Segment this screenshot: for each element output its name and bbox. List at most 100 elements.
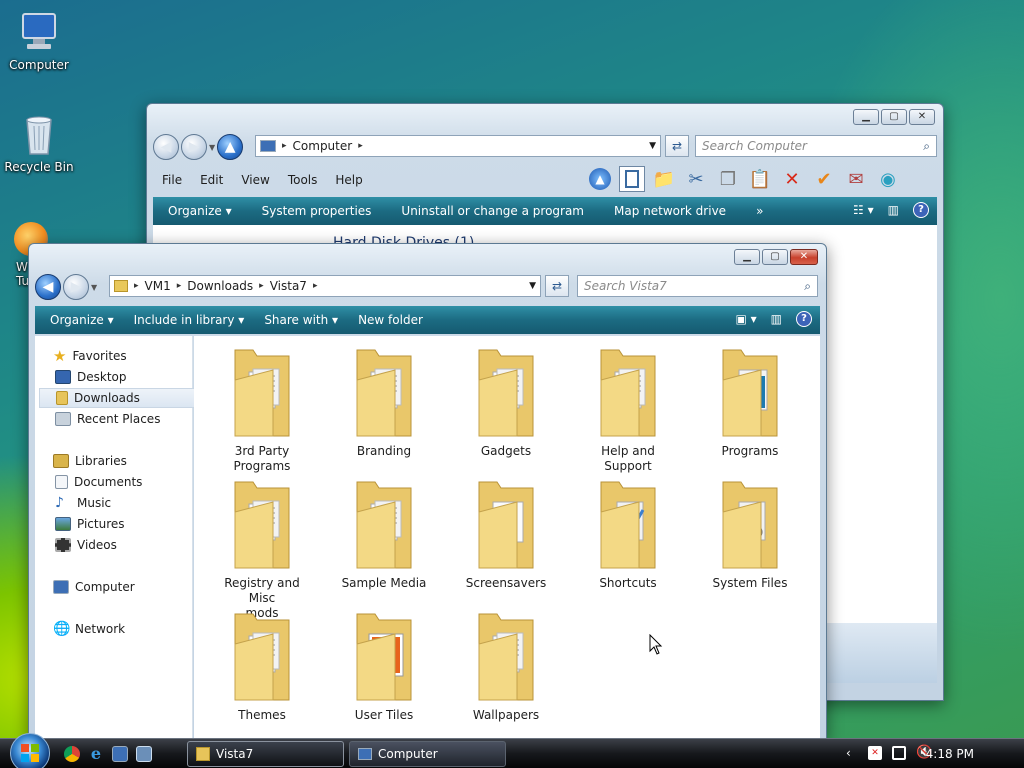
network-globe-icon[interactable]: ◉ (875, 166, 901, 192)
recent-pages-icon[interactable]: ▼ (91, 283, 97, 292)
paste-icon[interactable]: 📋 (747, 166, 773, 192)
nav-pictures[interactable]: Pictures (43, 514, 193, 534)
folder-item[interactable]: 3rd Party Programs (212, 344, 312, 474)
folder-item[interactable]: Gadgets (456, 344, 556, 459)
folder-item[interactable]: Branding (334, 344, 434, 459)
nav-network[interactable]: 🌐 Network (43, 619, 193, 639)
folder-item[interactable]: Programs (700, 344, 800, 459)
switch-windows-icon[interactable] (136, 746, 152, 762)
nav-favorites-label: Favorites (72, 349, 127, 363)
nav-documents[interactable]: Documents (43, 472, 193, 492)
address-bar[interactable]: ▸ VM1 ▸ Downloads ▸ Vista7 ▸ ▼ (109, 275, 541, 297)
network-tray-icon[interactable] (892, 746, 906, 760)
up-arrow-icon[interactable]: ▲ (587, 166, 613, 192)
desktop-icon-partial[interactable]: W Tu (0, 222, 48, 288)
search-input[interactable]: Search Vista7 ⌕ (577, 275, 818, 297)
refresh-button[interactable]: ⇄ (665, 135, 689, 157)
layout-pane-icon[interactable]: ▥ (888, 203, 899, 217)
computer-icon (358, 748, 372, 760)
more-commands-button[interactable]: » (741, 204, 778, 218)
folder-options-icon[interactable]: 📁 (651, 166, 677, 192)
refresh-button[interactable]: ⇄ (545, 275, 569, 297)
back-button[interactable]: ◀ (35, 274, 61, 300)
chrome-icon[interactable] (64, 746, 80, 762)
breadcrumb-downloads[interactable]: Downloads (187, 279, 253, 293)
close-button[interactable]: ✕ (790, 249, 818, 265)
action-center-icon[interactable]: ✕ (868, 746, 882, 760)
preview-pane-icon[interactable]: ▥ (771, 312, 782, 326)
folder-item[interactable]: Themes (212, 608, 312, 723)
change-view-icon[interactable]: ▣ ▾ (735, 312, 756, 326)
folder-item[interactable]: System Files (700, 476, 800, 591)
close-button[interactable]: ✕ (909, 109, 935, 125)
nav-downloads[interactable]: Downloads (39, 388, 195, 408)
nav-videos[interactable]: Videos (43, 535, 193, 555)
copy-icon[interactable]: ❐ (715, 166, 741, 192)
nav-computer[interactable]: Computer (43, 577, 193, 597)
organize-button[interactable]: Organize ▾ (153, 204, 247, 218)
nav-favorites[interactable]: ★ Favorites (43, 346, 193, 366)
menu-tools[interactable]: Tools (279, 173, 327, 187)
nav-libraries[interactable]: Libraries (43, 451, 193, 471)
taskbar-button-computer[interactable]: Computer (349, 741, 506, 767)
checkmark-icon[interactable]: ✔ (811, 166, 837, 192)
nav-music[interactable]: ♪ Music (43, 493, 193, 513)
folder-item[interactable]: Registry and Misc mods (212, 476, 312, 621)
menu-file[interactable]: File (153, 173, 191, 187)
back-button[interactable]: ◀ (153, 134, 179, 160)
maximize-button[interactable]: ▢ (762, 249, 788, 265)
include-in-library-button[interactable]: Include in library ▾ (124, 313, 255, 327)
help-icon[interactable]: ? (796, 311, 812, 327)
breadcrumb-computer[interactable]: Computer (293, 139, 353, 153)
search-icon[interactable]: ⌕ (804, 279, 811, 294)
address-dropdown-icon[interactable]: ▼ (529, 281, 536, 291)
internet-explorer-icon[interactable]: e (88, 746, 104, 762)
new-folder-button[interactable]: New folder (348, 313, 433, 327)
forward-button[interactable]: ▶ (181, 134, 207, 160)
clock[interactable]: 4:18 PM (926, 747, 974, 761)
folder-item[interactable]: Screensavers (456, 476, 556, 591)
help-icon[interactable]: ? (913, 202, 929, 218)
desktop-icon-recycle-bin[interactable]: Recycle Bin (1, 112, 77, 174)
maximize-button[interactable]: ▢ (881, 109, 907, 125)
folder-item[interactable]: Help and Support (578, 344, 678, 474)
share-with-button[interactable]: Share with ▾ (254, 313, 348, 327)
taskbar-button-vista7[interactable]: Vista7 (187, 741, 344, 767)
mail-icon[interactable]: ✉ (843, 166, 869, 192)
breadcrumb-vm1[interactable]: VM1 (145, 279, 171, 293)
menu-help[interactable]: Help (326, 173, 371, 187)
recent-pages-icon[interactable]: ▼ (209, 143, 215, 152)
minimize-button[interactable]: ▁ (853, 109, 879, 125)
show-desktop-icon[interactable] (112, 746, 128, 762)
breadcrumb-vista7[interactable]: Vista7 (270, 279, 307, 293)
address-dropdown-icon[interactable]: ▼ (649, 141, 656, 151)
nav-recent-places[interactable]: Recent Places (43, 409, 193, 429)
network-icon: 🌐 (53, 621, 71, 637)
folder-item[interactable]: Shortcuts (578, 476, 678, 591)
map-network-drive-button[interactable]: Map network drive (599, 204, 741, 218)
start-button[interactable] (10, 733, 50, 768)
nav-desktop[interactable]: Desktop (43, 367, 193, 387)
desktop-icon-computer[interactable]: Computer (1, 10, 77, 72)
address-bar[interactable]: ▸ Computer ▸ ▼ (255, 135, 661, 157)
nav-buttons: ◀ ▶ ▼ ▲ (153, 134, 244, 160)
system-properties-button[interactable]: System properties (247, 204, 387, 218)
search-icon[interactable]: ⌕ (923, 139, 930, 154)
folder-item[interactable]: Wallpapers (456, 608, 556, 723)
menu-view[interactable]: View (232, 173, 278, 187)
forward-button[interactable]: ▶ (63, 274, 89, 300)
cut-icon[interactable]: ✂ (683, 166, 709, 192)
delete-icon[interactable]: ✕ (779, 166, 805, 192)
views-icon[interactable]: ☷ ▾ (853, 203, 874, 217)
tray-expand-icon[interactable]: ‹ (846, 746, 851, 760)
uninstall-button[interactable]: Uninstall or change a program (386, 204, 599, 218)
preview-pane-icon[interactable] (619, 166, 645, 192)
folder-item[interactable]: Sample Media (334, 476, 434, 591)
menu-edit[interactable]: Edit (191, 173, 232, 187)
minimize-button[interactable]: ▁ (734, 249, 760, 265)
organize-button[interactable]: Organize ▾ (35, 313, 124, 327)
vista7-window[interactable]: ▁ ▢ ✕ ◀ ▶ ▼ ▸ VM1 ▸ Downloads ▸ Vista7 ▸… (28, 243, 827, 740)
folder-item[interactable]: User Tiles (334, 608, 434, 723)
up-button[interactable]: ▲ (217, 134, 244, 160)
search-input[interactable]: Search Computer ⌕ (695, 135, 937, 157)
